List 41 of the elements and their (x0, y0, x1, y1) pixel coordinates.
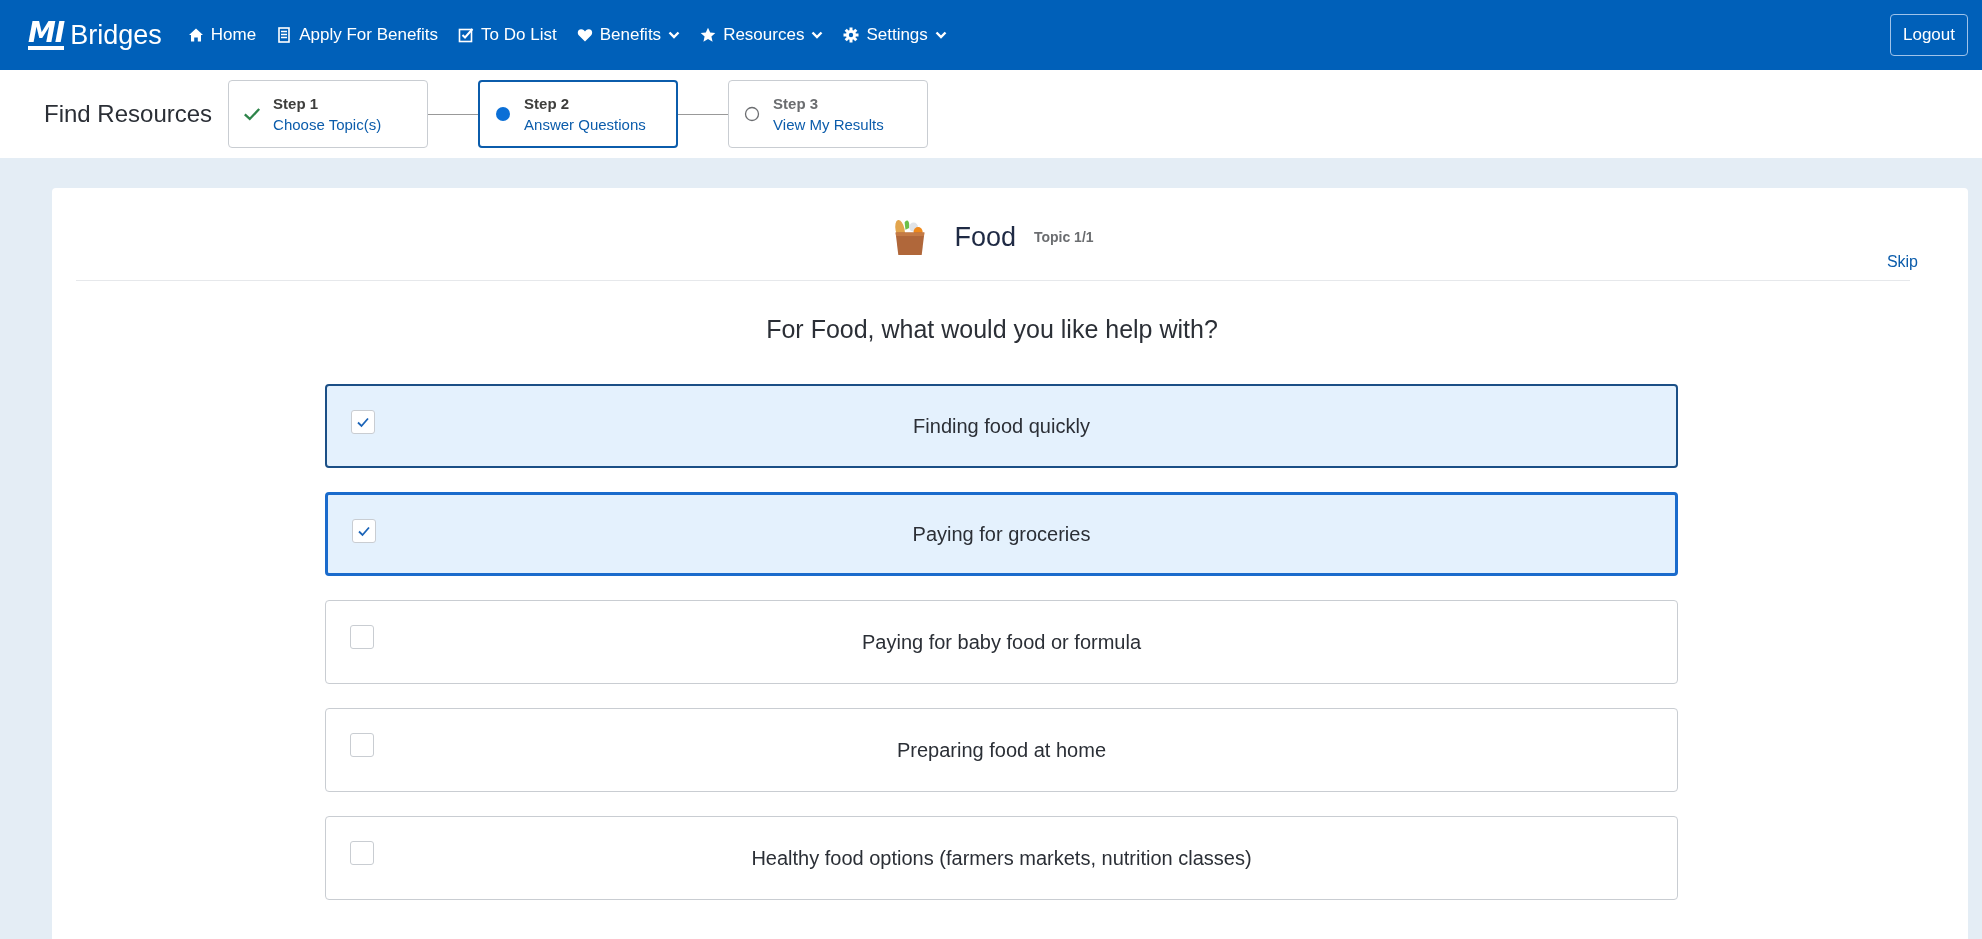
option-card[interactable]: Finding food quickly (325, 384, 1678, 468)
topic-counter: Topic 1/1 (1033, 229, 1094, 245)
option-card[interactable]: Paying for baby food or formula (325, 600, 1678, 684)
step-tab[interactable]: Step 2 Answer Questions (478, 80, 679, 148)
skip-link[interactable]: Skip (1886, 253, 1918, 281)
empty-circle-icon (743, 106, 762, 122)
checkbox[interactable] (351, 410, 375, 434)
option-label: Paying for baby food or formula (861, 630, 1141, 654)
step-tab[interactable]: Step 3 View My Results (728, 80, 929, 148)
nav-link[interactable]: To Do List (458, 25, 557, 45)
filled-circle-icon (494, 106, 513, 122)
nav-link[interactable]: Settings (843, 25, 947, 45)
option-card[interactable]: Healthy food options (farmers markets, nutrition classes) (325, 816, 1678, 900)
logo-name[interactable]: Bridges (70, 19, 162, 51)
document-icon (276, 27, 293, 43)
nav-link[interactable]: Apply For Benefits (276, 25, 439, 45)
step-tab[interactable]: Step 1 Choose Topic(s) (228, 80, 429, 148)
settings-icon (843, 27, 860, 43)
logout-button[interactable]: Logout (1890, 14, 1968, 56)
question-text: For Food, what would you like help with? (765, 315, 1219, 344)
checkbox[interactable] (350, 625, 374, 649)
option-card[interactable]: Preparing food at home (325, 708, 1678, 792)
option-label: Preparing food at home (897, 738, 1106, 762)
nav-link[interactable]: Benefits (576, 25, 681, 45)
option-label: Healthy food options (farmers markets, nutrition classes) (751, 846, 1252, 870)
checkmark-icon (243, 106, 262, 122)
option-label: Finding food quickly (913, 414, 1090, 438)
checkbox[interactable] (352, 519, 376, 543)
heart-icon (576, 27, 593, 43)
option-card[interactable]: Paying for groceries (325, 492, 1678, 576)
option-label: Paying for groceries (912, 522, 1091, 546)
topic-title: Food (954, 221, 1016, 253)
logo-mark[interactable]: MI (28, 20, 65, 50)
page-title: Find Resources (44, 100, 213, 128)
home-icon (187, 27, 204, 43)
checkbox-icon (458, 27, 475, 43)
nav-link[interactable]: Home (187, 25, 257, 45)
checkbox[interactable] (350, 841, 374, 865)
checkbox[interactable] (350, 733, 374, 757)
nav-link[interactable]: Resources (700, 25, 824, 45)
star-icon (700, 27, 717, 43)
